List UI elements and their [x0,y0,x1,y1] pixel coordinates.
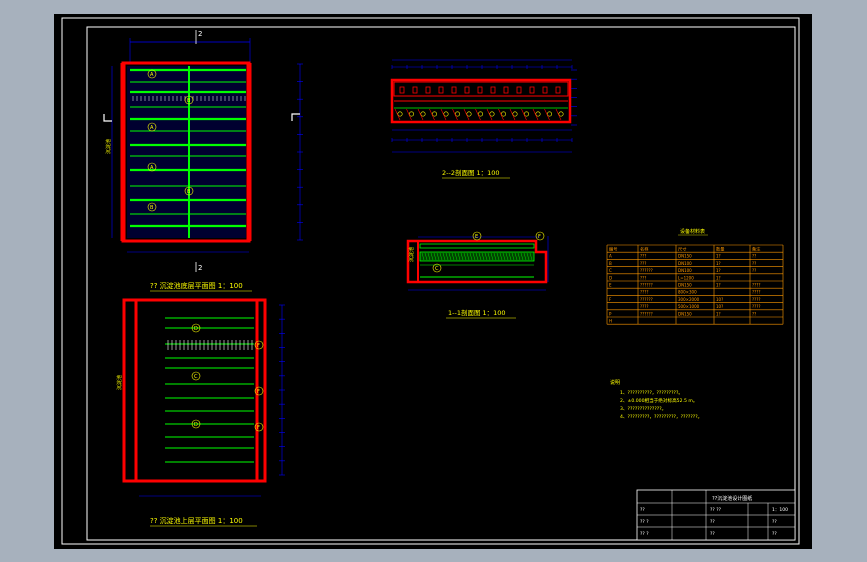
table-cell: 10? [716,304,723,309]
table-header-cell: 数量 [716,246,724,253]
table-cell: B [609,261,612,266]
table-cell: 500×1000 [678,304,700,309]
lower-marker-label: A [150,125,154,131]
upper-plan-side-label: 沉淀池 [116,375,123,390]
table-header-cell: 名称 [640,246,648,253]
table-cell: 1? [716,254,721,259]
table-cell: DN100 [678,268,692,273]
section11-marker-label: E [475,234,478,240]
table-cell: DN150 [678,311,692,316]
lower-plan-title: ?? 沉淀池底层平面图 1：100 [150,281,243,290]
lower-marker-label: B [187,98,191,104]
table-cell: 1? [716,261,721,266]
table-cell: ???? [752,290,761,295]
table-cell: DN100 [678,261,692,266]
table-cell: ?????? [640,311,653,316]
table-cell: ?? [752,311,756,316]
notes-heading: 说明 [610,379,620,386]
title-block-cell: ?? [772,519,777,525]
table-cell: DN150 [678,283,692,288]
section11-marker-label: F [538,234,541,240]
title-block-cell: ?? ?? [710,507,722,513]
table-cell: 1? [716,283,721,288]
upper-marker-label: F [257,389,260,395]
section11-title: 1--1剖面图 1：100 [448,308,506,317]
drawing-sheet: 2 2 沉淀池 ABAABB ?? 沉淀池底层平面图 1：100 沉淀池 DFC… [54,14,812,549]
cad-viewport: 2 2 沉淀池 ABAABB ?? 沉淀池底层平面图 1：100 沉淀池 D F… [0,0,867,562]
title-block-cell: ?? ? [640,531,649,537]
table-cell: ???? [752,283,761,288]
table-cell: H [609,319,612,324]
section22-title: 2--2剖面图 1：100 [442,168,500,177]
upper-marker-label: C [194,374,198,380]
table-cell: ???? [752,297,761,302]
table-cell: 800×300 [678,290,697,295]
table-cell: ???? [752,304,761,309]
title-block-project: ??沉淀池设计图纸 [712,495,752,502]
section-mark-bottom: 2 [198,264,202,272]
table-cell: ??? [640,275,646,280]
table-cell: C [609,268,612,273]
table-cell: ???? [640,304,649,309]
upper-marker-label: F [257,343,260,349]
lower-marker-label: B [150,205,154,211]
table-cell: ??? [640,254,646,259]
title-block-cell: ?? [640,507,645,513]
table-cell: ??? [640,261,646,266]
note-line: 1、??????????，?????????。 [620,390,683,396]
note-line: 2、±0.000相当于绝对标高52.5 m。 [620,397,697,404]
table-cell: 1? [716,268,721,273]
title-block-cell: ?? [710,531,715,537]
table-cell: 1? [716,311,721,316]
table-cell: 1? [716,275,721,280]
table-cell: ???? [640,290,649,295]
upper-marker-label: D [194,422,198,428]
upper-plan-title: ?? 沉淀池上层平面图 1：100 [150,516,243,525]
table-cell: ?? [752,268,756,273]
table-cell: L=1200 [678,275,694,280]
table-title: 设备材料表 [680,228,705,235]
table-cell: ?????? [640,283,653,288]
lower-marker-label: A [150,165,154,171]
title-block-cell: ?? [710,519,715,525]
upper-marker-label: D [194,326,198,332]
lower-marker-label: B [187,189,191,195]
note-line: 4、?????????，?????????，???????。 [620,414,702,420]
table-cell: ?????? [640,297,653,302]
table-cell: ?????? [640,268,653,273]
title-block: ??沉淀池设计图纸 ?? ?? ?? 1：100 ?? ????? ?? ????? [636,489,796,541]
table-cell: ?? [752,261,756,266]
section-mark-top: 2 [198,30,202,38]
table-cell: A [609,254,612,259]
lower-marker-label: A [150,72,154,78]
table-header-cell: 编号 [609,246,617,253]
table-cell: 300×2000 [678,297,700,302]
title-block-cell: 1：100 [772,507,788,513]
section11-marker-label: C [435,266,439,272]
table-header-cell: 尺寸 [678,246,686,253]
note-line: 3、??????????????。 [620,406,666,412]
table-header-cell: 备注 [752,246,761,253]
title-block-cell: ?? [772,531,777,537]
table-cell: ?? [752,254,756,259]
table-cell: D [609,275,612,280]
title-block-cell: ?? ? [640,519,649,525]
table-cell: DN150 [678,254,692,259]
table-cell: 10? [716,297,723,302]
section11-side-label: 沉淀池 [408,247,415,262]
lower-plan-side-label: 沉淀池 [105,139,112,154]
upper-marker-label: F [257,425,260,431]
